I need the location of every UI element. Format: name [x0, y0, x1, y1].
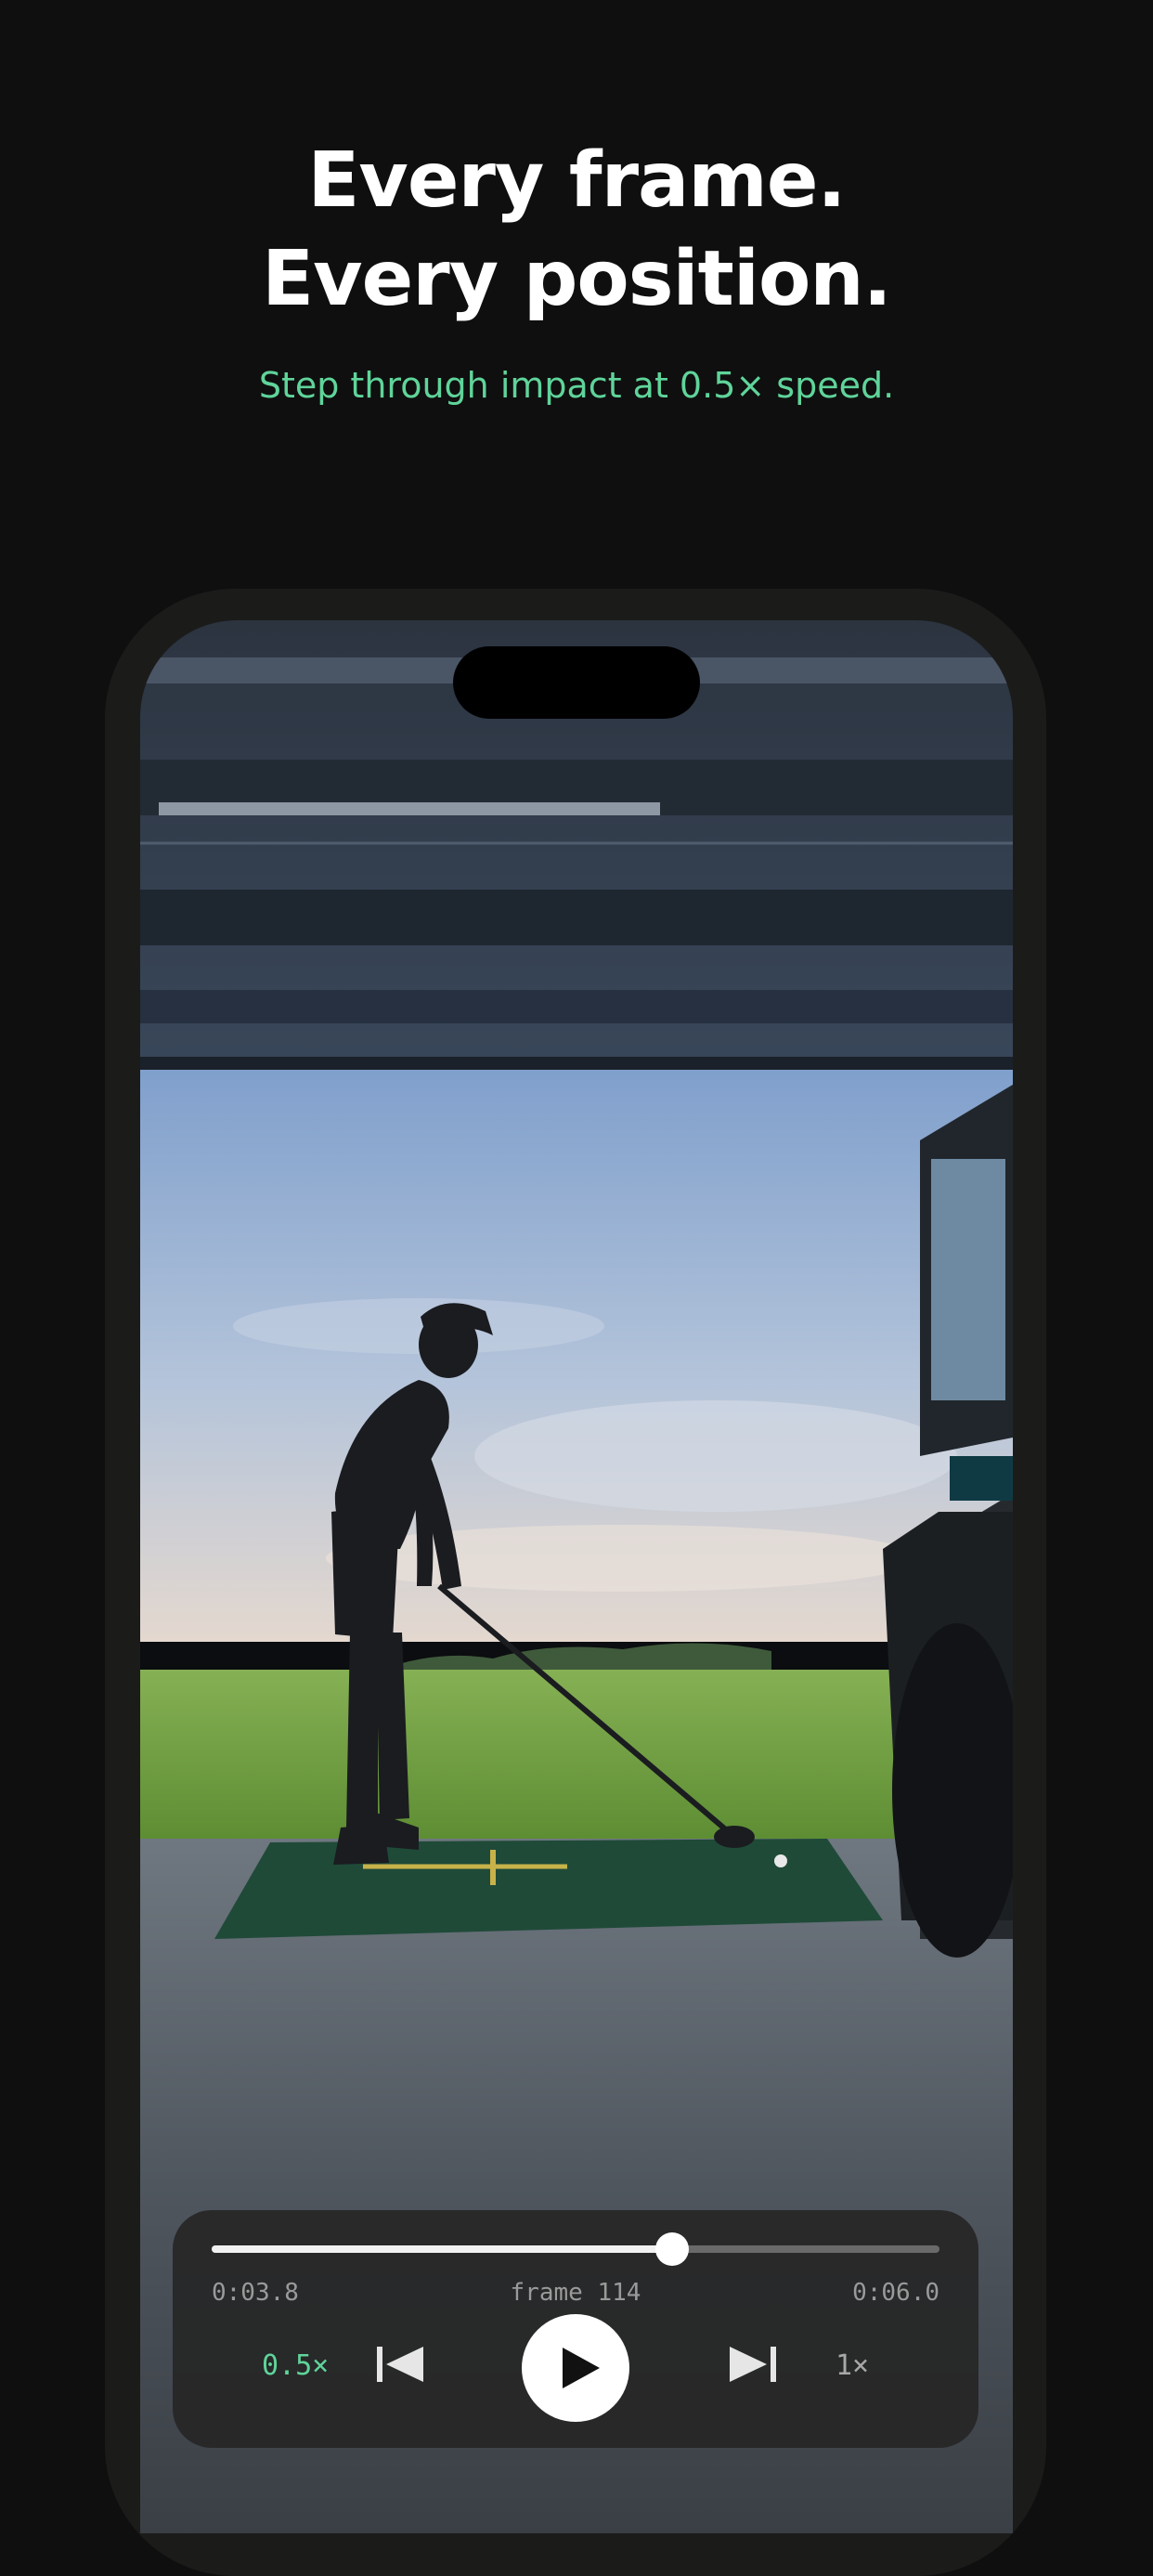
scrubber-track[interactable] [212, 2232, 939, 2266]
normal-speed-button[interactable]: 1× [836, 2349, 869, 2382]
headline-line-2: Every position. [262, 235, 892, 323]
slow-speed-button[interactable]: 0.5× [262, 2349, 329, 2382]
scrubber-thumb[interactable] [655, 2232, 690, 2266]
next-frame-button[interactable] [728, 2344, 778, 2385]
total-time: 0:06.0 [852, 2279, 939, 2307]
previous-frame-button[interactable] [375, 2344, 425, 2385]
skip-back-icon [377, 2347, 423, 2382]
play-icon [563, 2348, 600, 2388]
headline: Every frame. Every position. [0, 132, 1153, 329]
playback-controls: 0:03.8 frame 114 0:06.0 0.5× 1× [173, 2210, 978, 2448]
scrubber-progress [212, 2245, 673, 2253]
headline-line-1: Every frame. [307, 137, 846, 225]
subheadline: Step through impact at 0.5× speed. [258, 365, 895, 406]
dynamic-island [453, 646, 700, 719]
skip-forward-icon [730, 2347, 776, 2382]
play-button[interactable] [522, 2314, 629, 2422]
